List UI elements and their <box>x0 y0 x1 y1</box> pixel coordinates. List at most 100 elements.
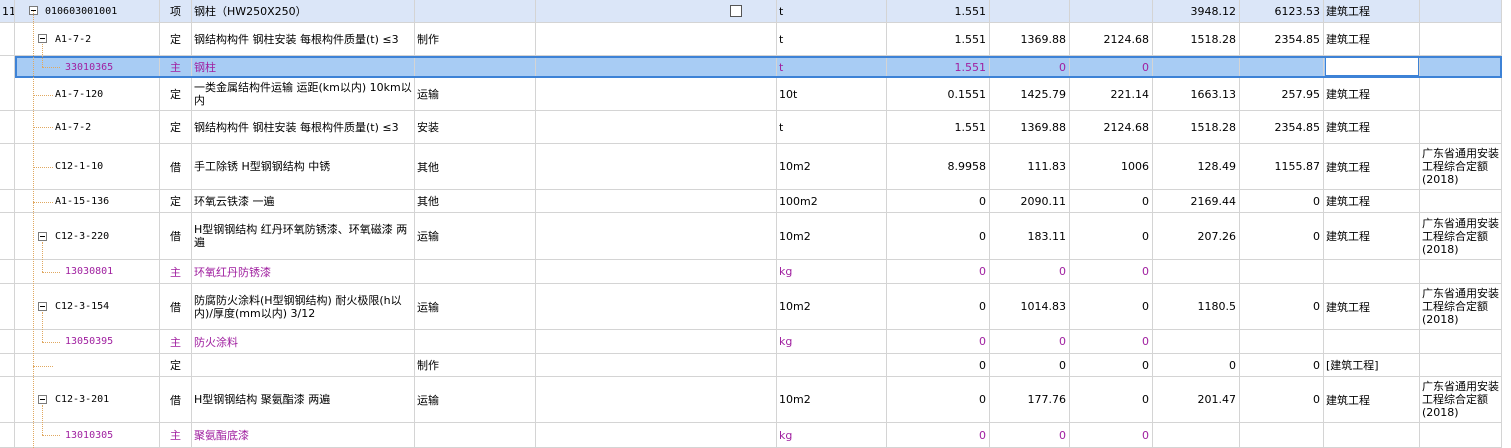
code-cell[interactable]: C12-3-220 <box>15 213 160 260</box>
feature-cell[interactable]: 安装 <box>415 111 536 144</box>
name-cell[interactable]: 钢柱（HW250X250） <box>192 0 415 23</box>
quantity-cell[interactable]: 0 <box>887 354 990 377</box>
total-price-cell[interactable]: 2354.85 <box>1240 111 1324 144</box>
amount-cell[interactable]: 0 <box>1070 213 1153 260</box>
feature-cell[interactable]: 其他 <box>415 190 536 213</box>
price-cell[interactable]: 0 <box>990 56 1070 78</box>
total-price-cell[interactable] <box>1240 260 1324 284</box>
feature-cell[interactable] <box>415 0 536 23</box>
speciality-cell[interactable]: 建筑工程 <box>1324 284 1420 330</box>
amount-cell[interactable]: 0 <box>1070 56 1153 78</box>
price-cell[interactable]: 1369.88 <box>990 23 1070 56</box>
collapse-toggle-icon[interactable] <box>38 232 47 241</box>
feature-cell[interactable] <box>415 260 536 284</box>
amount-cell[interactable]: 0 <box>1070 423 1153 448</box>
total-price-cell[interactable] <box>1240 330 1324 354</box>
unit-cell[interactable]: t <box>777 23 887 56</box>
code-cell[interactable]: C12-3-154 <box>15 284 160 330</box>
name-cell[interactable]: 环氧红丹防锈漆 <box>192 260 415 284</box>
unit-cell[interactable]: 10m2 <box>777 213 887 260</box>
collapse-toggle-icon[interactable] <box>38 34 47 43</box>
price-cell[interactable]: 2090.11 <box>990 190 1070 213</box>
name-cell[interactable] <box>192 354 415 377</box>
speciality-cell[interactable]: 建筑工程 <box>1324 190 1420 213</box>
table-row[interactable]: 13010305 主 聚氨酯底漆 kg 0 0 0 <box>0 423 1502 448</box>
feature-cell[interactable] <box>415 56 536 78</box>
total-price-cell[interactable]: 6123.53 <box>1240 0 1324 23</box>
name-cell[interactable]: 环氧云铁漆 一遍 <box>192 190 415 213</box>
quantity-cell[interactable]: 0 <box>887 260 990 284</box>
code-cell[interactable]: 13030801 <box>15 260 160 284</box>
price-cell[interactable]: 0 <box>990 330 1070 354</box>
unit-price-cell[interactable]: 1663.13 <box>1153 78 1240 111</box>
price-cell[interactable]: 1014.83 <box>990 284 1070 330</box>
speciality-cell[interactable]: 建筑工程 <box>1324 23 1420 56</box>
unit-price-cell[interactable] <box>1153 56 1240 78</box>
price-cell[interactable]: 1369.88 <box>990 111 1070 144</box>
amount-cell[interactable]: 2124.68 <box>1070 23 1153 56</box>
quantity-cell[interactable]: 0 <box>887 284 990 330</box>
price-cell[interactable]: 111.83 <box>990 144 1070 190</box>
unit-cell[interactable]: 10m2 <box>777 144 887 190</box>
name-cell[interactable]: 钢柱 <box>192 56 415 78</box>
price-cell[interactable] <box>990 0 1070 23</box>
unit-price-cell[interactable]: 207.26 <box>1153 213 1240 260</box>
unit-price-cell[interactable]: 1518.28 <box>1153 111 1240 144</box>
table-row[interactable]: A1-15-136 定 环氧云铁漆 一遍 其他 100m2 0 2090.11 … <box>0 190 1502 213</box>
amount-cell[interactable]: 0 <box>1070 284 1153 330</box>
price-cell[interactable]: 1425.79 <box>990 78 1070 111</box>
unit-cell[interactable]: kg <box>777 330 887 354</box>
code-cell[interactable]: 13010305 <box>15 423 160 448</box>
unit-cell[interactable]: kg <box>777 260 887 284</box>
name-cell[interactable]: 钢结构构件 钢柱安装 每根构件质量(t) ≤3 <box>192 111 415 144</box>
table-row[interactable]: C12-3-220 借 H型钢钢结构 红丹环氧防锈漆、环氧磁漆 两遍 运输 10… <box>0 213 1502 260</box>
total-price-cell[interactable] <box>1240 56 1324 78</box>
total-price-cell[interactable]: 0 <box>1240 377 1324 423</box>
total-price-cell[interactable]: 0 <box>1240 190 1324 213</box>
total-price-cell[interactable]: 0 <box>1240 284 1324 330</box>
name-cell[interactable]: 手工除锈 H型钢钢结构 中锈 <box>192 144 415 190</box>
table-row[interactable]: 13050395 主 防火涂料 kg 0 0 0 <box>0 330 1502 354</box>
checkbox-cell[interactable] <box>536 0 777 23</box>
unit-price-cell[interactable]: 3948.12 <box>1153 0 1240 23</box>
speciality-cell[interactable] <box>1324 423 1420 448</box>
total-price-cell[interactable]: 2354.85 <box>1240 23 1324 56</box>
feature-cell[interactable]: 运输 <box>415 377 536 423</box>
quantity-cell[interactable]: 0 <box>887 213 990 260</box>
code-cell[interactable]: C12-3-201 <box>15 377 160 423</box>
price-cell[interactable]: 0 <box>990 354 1070 377</box>
unit-price-cell[interactable] <box>1153 423 1240 448</box>
speciality-cell[interactable]: 建筑工程 <box>1324 0 1420 23</box>
table-row[interactable]: 定 制作 0 0 0 0 0 [建筑工程] <box>0 354 1502 377</box>
unit-cell[interactable]: t <box>777 56 887 78</box>
collapse-toggle-icon[interactable] <box>38 395 47 404</box>
code-cell[interactable]: 13050395 <box>15 330 160 354</box>
price-cell[interactable]: 183.11 <box>990 213 1070 260</box>
unit-price-cell[interactable] <box>1153 330 1240 354</box>
quantity-cell[interactable]: 1.551 <box>887 111 990 144</box>
unit-price-cell[interactable]: 128.49 <box>1153 144 1240 190</box>
unit-cell[interactable] <box>777 354 887 377</box>
speciality-cell[interactable] <box>1324 260 1420 284</box>
speciality-cell[interactable]: [建筑工程] <box>1324 354 1420 377</box>
table-row[interactable]: 11 010603001001 项 钢柱（HW250X250） t 1.551 … <box>0 0 1502 23</box>
speciality-cell[interactable]: 建筑工程 <box>1324 144 1420 190</box>
unit-cell[interactable]: t <box>777 0 887 23</box>
name-cell[interactable]: H型钢钢结构 红丹环氧防锈漆、环氧磁漆 两遍 <box>192 213 415 260</box>
table-row[interactable]: A1-7-120 定 一类金属结构件运输 运距(km以内) 10km以内 运输 … <box>0 78 1502 111</box>
price-cell[interactable]: 0 <box>990 260 1070 284</box>
name-cell[interactable]: H型钢钢结构 聚氨酯漆 两遍 <box>192 377 415 423</box>
quantity-cell[interactable]: 8.9958 <box>887 144 990 190</box>
quantity-cell[interactable]: 0 <box>887 377 990 423</box>
unit-cell[interactable]: 10m2 <box>777 377 887 423</box>
unit-cell[interactable]: 10m2 <box>777 284 887 330</box>
unit-cell[interactable]: t <box>777 111 887 144</box>
name-cell[interactable]: 防火涂料 <box>192 330 415 354</box>
feature-cell[interactable]: 运输 <box>415 213 536 260</box>
name-cell[interactable]: 聚氨酯底漆 <box>192 423 415 448</box>
feature-cell[interactable]: 其他 <box>415 144 536 190</box>
table-row[interactable]: A1-7-2 定 钢结构构件 钢柱安装 每根构件质量(t) ≤3 制作 t 1.… <box>0 23 1502 56</box>
total-price-cell[interactable]: 1155.87 <box>1240 144 1324 190</box>
speciality-cell[interactable]: 建筑工程 <box>1324 78 1420 111</box>
quantity-cell[interactable]: 0 <box>887 190 990 213</box>
